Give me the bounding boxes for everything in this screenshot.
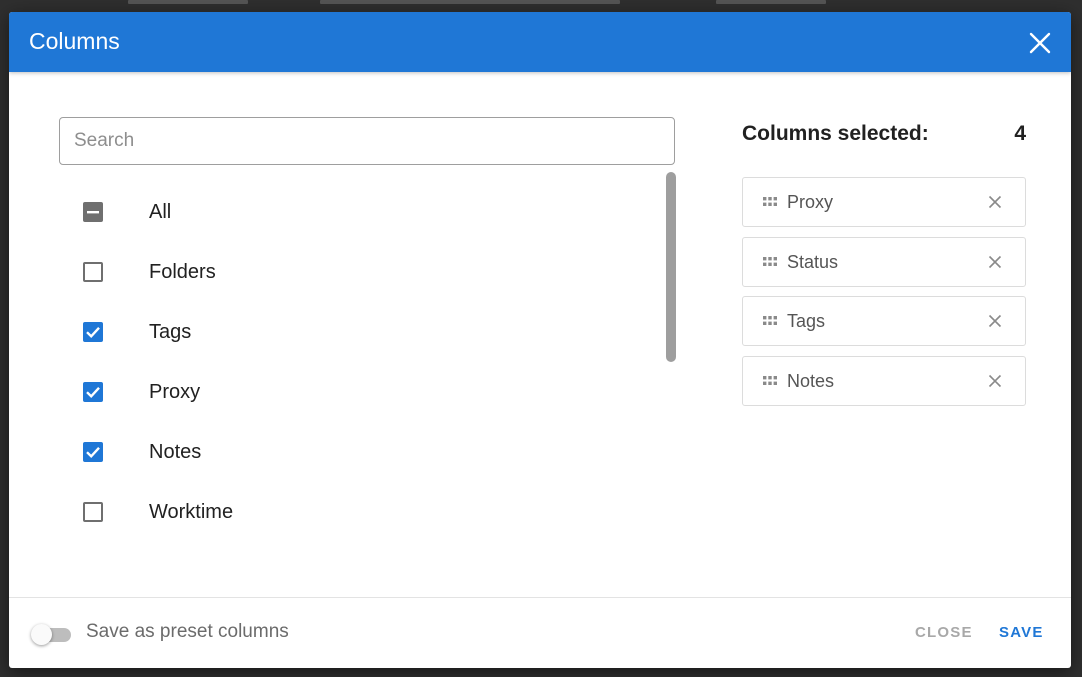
save-preset-toggle[interactable] xyxy=(31,623,71,645)
selected-columns-title: Columns selected: xyxy=(742,122,929,145)
checkbox-tags[interactable] xyxy=(83,322,103,342)
close-dialog-button[interactable] xyxy=(1023,26,1057,60)
option-label: Worktime xyxy=(149,501,234,523)
background-bar xyxy=(128,0,248,4)
minus-icon xyxy=(87,211,99,214)
option-label: Folders xyxy=(149,261,216,283)
option-row-tags[interactable]: Tags xyxy=(59,302,659,362)
close-button[interactable]: CLOSE xyxy=(915,624,973,641)
drag-handle-icon[interactable] xyxy=(763,376,777,386)
search-field[interactable] xyxy=(59,117,675,165)
option-row-all[interactable]: All xyxy=(59,182,659,242)
remove-icon[interactable] xyxy=(987,254,1003,270)
option-row-worktime[interactable]: Worktime xyxy=(59,482,659,542)
chip-label: Status xyxy=(787,251,839,272)
dialog-header: Columns xyxy=(9,12,1071,72)
option-label: Notes xyxy=(149,441,202,463)
search-input[interactable] xyxy=(60,118,674,164)
option-row-proxy[interactable]: Proxy xyxy=(59,362,659,422)
remove-icon[interactable] xyxy=(987,313,1003,329)
checkmark-icon xyxy=(86,326,100,339)
option-row-notes[interactable]: Notes xyxy=(59,422,659,482)
drag-handle-icon[interactable] xyxy=(763,197,777,207)
remove-icon[interactable] xyxy=(987,373,1003,389)
background-bar xyxy=(320,0,620,4)
chip-label: Proxy xyxy=(787,192,834,212)
toggle-thumb xyxy=(31,624,52,645)
checkbox-worktime[interactable] xyxy=(83,502,103,522)
selected-columns-count: 4 xyxy=(1014,122,1026,145)
save-button[interactable]: SAVE xyxy=(999,624,1044,641)
column-options-list: All Folders Tags Proxy Notes Worktime xyxy=(59,182,659,542)
selected-column-chip[interactable]: Proxy xyxy=(742,177,1026,227)
selected-columns-list: Proxy Status Tags Notes xyxy=(742,177,1026,416)
option-label: Tags xyxy=(149,321,192,343)
checkbox-all[interactable] xyxy=(83,202,103,222)
checkmark-icon xyxy=(86,386,100,399)
chip-label: Tags xyxy=(787,311,826,332)
option-label: Proxy xyxy=(149,381,201,403)
dialog-title: Columns xyxy=(29,28,120,54)
chip-label: Notes xyxy=(787,371,835,392)
selected-column-chip[interactable]: Notes xyxy=(742,356,1026,407)
close-icon xyxy=(1029,32,1051,54)
list-scrollbar[interactable] xyxy=(666,172,676,362)
checkbox-proxy[interactable] xyxy=(83,382,103,402)
drag-handle-icon[interactable] xyxy=(763,256,777,267)
selected-columns-header: Columns selected: 4 xyxy=(742,122,1026,152)
drag-handle-icon[interactable] xyxy=(763,316,777,326)
background-bar xyxy=(716,0,826,4)
checkbox-notes[interactable] xyxy=(83,442,103,462)
columns-dialog: Columns All Folders xyxy=(9,12,1071,668)
checkmark-icon xyxy=(86,446,100,459)
option-label: All xyxy=(149,201,172,223)
checkbox-folders[interactable] xyxy=(83,262,103,282)
save-preset-label: Save as preset columns xyxy=(86,621,289,642)
dialog-footer: Save as preset columns CLOSE SAVE xyxy=(9,597,1071,668)
selected-column-chip[interactable]: Status xyxy=(742,236,1026,287)
option-row-folders[interactable]: Folders xyxy=(59,242,659,302)
selected-column-chip[interactable]: Tags xyxy=(742,296,1026,347)
remove-icon[interactable] xyxy=(987,194,1003,210)
